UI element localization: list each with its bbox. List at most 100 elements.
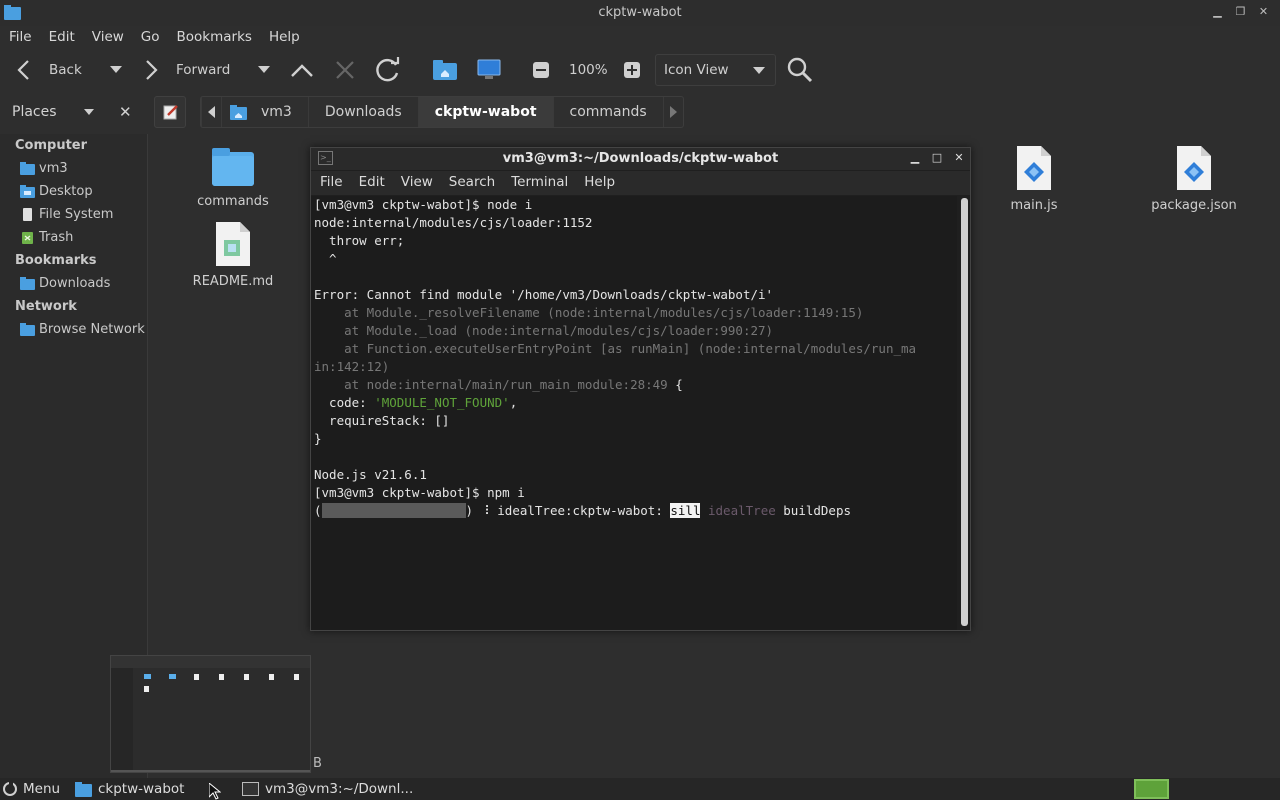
forward-button[interactable]: Forward (145, 50, 271, 90)
workspace-switcher[interactable] (1134, 779, 1169, 799)
reload-button[interactable] (375, 50, 401, 90)
terminal-segment: idealTree (700, 503, 776, 518)
terminal-menu-edit[interactable]: Edit (350, 171, 392, 195)
breadcrumb-commands[interactable]: commands (552, 97, 663, 127)
search-button[interactable] (787, 50, 813, 90)
file-item-package-json[interactable]: package.json (1144, 146, 1244, 213)
sidebar-item-label: Downloads (39, 276, 111, 291)
terminal-menu-file[interactable]: File (311, 171, 350, 195)
sidebar-item-vm3[interactable]: vm3 (20, 161, 68, 176)
arrow-right-icon (146, 60, 158, 80)
sidebar-item-file-system[interactable]: File System (20, 207, 113, 222)
terminal-titlebar[interactable]: >_ vm3@vm3:~/Downloads/ckptw-wabot ▁ □ ✕ (311, 148, 970, 170)
terminal-menu-help[interactable]: Help (575, 171, 622, 195)
sidebar-header-bookmarks: Bookmarks (15, 253, 97, 268)
file-label: README.md (192, 274, 274, 289)
minimize-button[interactable]: ▁ (1211, 5, 1224, 18)
terminal-output[interactable]: [vm3@vm3 ckptw-wabot]$ node i node:intern… (311, 196, 957, 630)
terminal-segment: idealTree:ckptw-wabot: (489, 503, 671, 518)
file-item-commands[interactable]: commands (183, 146, 283, 209)
terminal-line: ^ (314, 251, 337, 266)
terminal-menu-view[interactable]: View (392, 171, 440, 195)
sidebar-item-trash[interactable]: Trash (20, 230, 73, 245)
home-folder-icon (230, 104, 247, 120)
home-button[interactable] (433, 50, 457, 90)
up-button[interactable] (290, 50, 314, 90)
terminal-menubar: File Edit View Search Terminal Help (311, 171, 970, 195)
task-label: ckptw-wabot (98, 781, 185, 797)
file-item-readme[interactable]: README.md (183, 222, 283, 289)
menu-edit[interactable]: Edit (40, 26, 83, 48)
window-titlebar[interactable]: ckptw-wabot ▁ ❐ ✕ (0, 0, 1280, 26)
terminal-segment: ( (314, 503, 322, 518)
close-sidebar-icon[interactable]: ✕ (119, 103, 132, 121)
zoom-in-icon (624, 62, 640, 78)
search-icon (787, 57, 813, 83)
breadcrumb-back-arrow[interactable] (201, 97, 221, 127)
stop-button[interactable] (335, 50, 355, 90)
trash-icon (22, 232, 33, 244)
menu-label: Menu (23, 781, 61, 797)
terminal-scrollbar[interactable] (961, 198, 968, 626)
drive-icon (23, 208, 32, 221)
task-terminal[interactable]: vm3@vm3:~/Downl... (242, 778, 413, 800)
breadcrumb-vm3[interactable]: vm3 (221, 97, 308, 127)
zoom-out-button[interactable] (533, 50, 549, 90)
maximize-button[interactable]: □ (930, 151, 944, 165)
sidebar-item-desktop[interactable]: Desktop (20, 184, 93, 199)
file-item-main-js[interactable]: main.js (984, 146, 1084, 213)
sidebar-item-label: Browse Network (39, 322, 145, 337)
start-menu-button[interactable]: Menu (3, 778, 60, 800)
terminal-icon (242, 782, 259, 796)
terminal-line: at Module._resolveFilename (node:interna… (314, 305, 864, 320)
view-mode-select[interactable]: Icon View (655, 54, 776, 86)
sidebar-item-downloads[interactable]: Downloads (20, 276, 110, 291)
menu-file[interactable]: File (0, 26, 40, 48)
window-preview-thumbnail[interactable] (110, 655, 311, 773)
back-button[interactable]: Back (16, 50, 122, 90)
maximize-button[interactable]: ❐ (1234, 5, 1247, 18)
minimize-button[interactable]: ▁ (908, 151, 922, 165)
menu-help[interactable]: Help (260, 26, 308, 48)
sidebar-item-label: Desktop (39, 184, 93, 199)
breadcrumb-forward-arrow[interactable] (662, 97, 683, 127)
mouse-cursor-icon (209, 783, 221, 800)
file-label: main.js (1010, 198, 1058, 213)
forward-label: Forward (176, 62, 231, 78)
preview-image (111, 656, 310, 772)
breadcrumb-ckptw-wabot[interactable]: ckptw-wabot (417, 97, 553, 127)
toggle-location-entry-button[interactable] (154, 96, 186, 128)
computer-button[interactable] (477, 50, 501, 90)
terminal-line: Error: Cannot find module '/home/vm3/Dow… (314, 287, 774, 302)
sidebar-item-browse-network[interactable]: Browse Network (20, 322, 145, 337)
terminal-menu-terminal[interactable]: Terminal (502, 171, 575, 195)
terminal-menu-search[interactable]: Search (440, 171, 502, 195)
folder-icon (75, 781, 92, 797)
arrow-up-icon (291, 64, 313, 77)
computer-icon (477, 59, 501, 79)
file-label: package.json (1151, 198, 1237, 213)
task-file-manager[interactable]: ckptw-wabot (75, 778, 184, 800)
breadcrumb-downloads[interactable]: Downloads (307, 97, 418, 127)
edit-icon (163, 105, 178, 120)
menu-view[interactable]: View (83, 26, 132, 48)
menu-bookmarks[interactable]: Bookmarks (168, 26, 260, 48)
downloads-folder-icon (20, 277, 35, 290)
sidebar-item-label: Trash (39, 230, 74, 245)
terminal-line: [vm3@vm3 ckptw-wabot]$ node i (314, 197, 533, 212)
markdown-file-icon (216, 222, 250, 266)
folder-icon (212, 148, 254, 186)
sidebar-header-computer: Computer (15, 138, 88, 153)
menu-go[interactable]: Go (132, 26, 168, 48)
chevron-down-icon (753, 67, 765, 74)
terminal-segment: ) (465, 503, 481, 518)
taskbar: Menu ckptw-wabot vm3@vm3:~/Downl... (0, 778, 1280, 800)
terminal-line: code: 'MODULE_NOT_FOUND', (314, 394, 957, 412)
close-button[interactable]: ✕ (952, 151, 966, 165)
zoom-in-button[interactable] (624, 50, 640, 90)
terminal-line: at Module._load (node:internal/modules/c… (314, 323, 774, 338)
terminal-line: Node.js v21.6.1 (314, 467, 427, 482)
close-button[interactable]: ✕ (1257, 5, 1270, 18)
places-selector[interactable]: Places ✕ (0, 94, 148, 130)
